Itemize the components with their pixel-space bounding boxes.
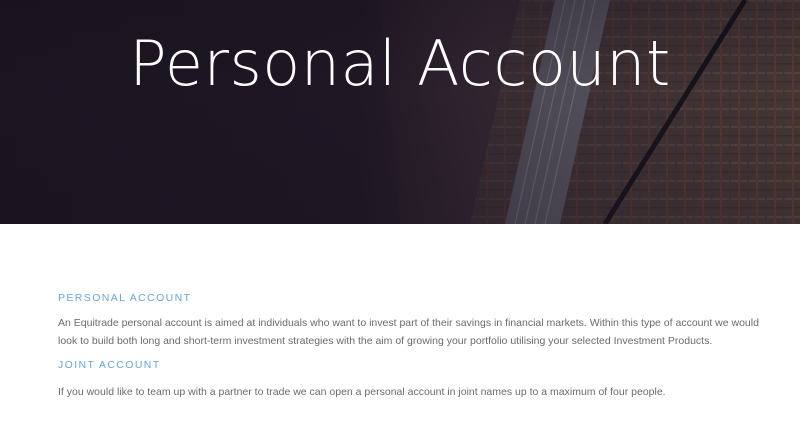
main-content: PERSONAL ACCOUNT An Equitrade personal a… <box>58 290 778 401</box>
hero-banner: Personal Account <box>0 0 800 224</box>
section-heading: JOINT ACCOUNT <box>58 359 161 371</box>
section-text: An Equitrade personal account is aimed a… <box>58 317 759 347</box>
section-joint-account: JOINT ACCOUNT If you would like to team … <box>58 357 778 401</box>
section-heading: PERSONAL ACCOUNT <box>58 292 192 304</box>
page-title: Personal Account <box>129 27 671 100</box>
section-text: If you would like to team up with a part… <box>58 386 666 398</box>
page: Personal Account PERSONAL ACCOUNT An Equ… <box>0 0 800 441</box>
section-personal-account: PERSONAL ACCOUNT An Equitrade personal a… <box>58 290 778 350</box>
